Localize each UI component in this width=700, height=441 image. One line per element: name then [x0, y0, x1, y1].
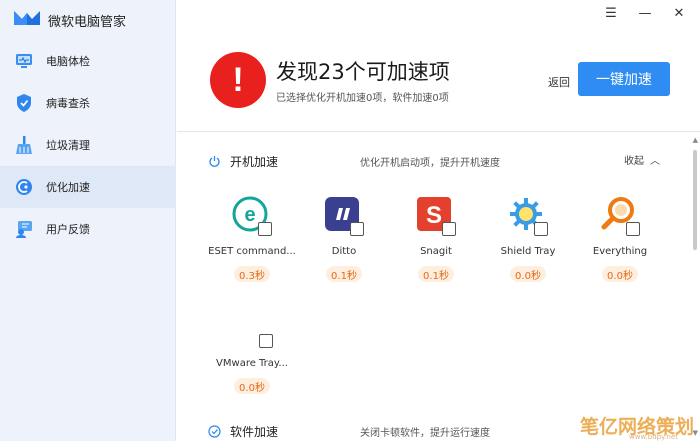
app-tile: Ditto 0.1秒 — [298, 196, 390, 296]
sidebar-item-label: 电脑体检 — [46, 55, 90, 68]
alert-icon: ! — [210, 52, 266, 108]
minimize-button[interactable]: — — [628, 2, 662, 24]
page-title: 发现23个可加速项 — [276, 60, 450, 84]
sidebar-item-label: 用户反馈 — [46, 223, 90, 236]
divider — [177, 131, 700, 132]
brand: 微软电脑管家 — [14, 10, 126, 30]
app-tile: S Snagit 0.1秒 — [390, 196, 482, 296]
app-time-badge: 0.0秒 — [234, 378, 270, 394]
sidebar: 微软电脑管家 电脑体检 病毒查杀 垃圾清理 优化加速 用户反馈 — [0, 0, 176, 441]
scroll-up-icon[interactable]: ▲ — [693, 136, 698, 144]
menu-button[interactable]: ☰ — [594, 2, 628, 24]
app-name: Snagit — [420, 246, 452, 257]
watermark-url: www.bdpy.net — [629, 433, 678, 441]
app-name: Shield Tray — [500, 246, 556, 257]
feedback-icon — [14, 219, 34, 239]
section-description: 关闭卡顿软件，提升运行速度 — [360, 427, 490, 439]
app-time-badge: 0.1秒 — [418, 266, 454, 282]
section-title: 软件加速 — [230, 424, 279, 439]
app-name: VMware Tray... — [216, 358, 288, 369]
app-checkbox[interactable] — [626, 222, 640, 236]
app-title: 微软电脑管家 — [48, 14, 127, 30]
rocket-icon — [14, 177, 34, 197]
close-button[interactable]: ✕ — [662, 2, 696, 24]
app-checkbox[interactable] — [350, 222, 364, 236]
shield-icon — [14, 93, 34, 113]
app-name: ESET command... — [208, 246, 296, 257]
app-name: Ditto — [331, 246, 357, 257]
app-logo-icon — [14, 9, 40, 31]
sidebar-nav: 电脑体检 病毒查杀 垃圾清理 优化加速 用户反馈 — [0, 40, 176, 250]
app-time-badge: 0.1秒 — [326, 266, 362, 282]
collapse-label: 收起 — [624, 156, 644, 167]
app-tile: Shield Tray 0.0秒 — [482, 196, 574, 296]
svg-text:S: S — [426, 202, 442, 229]
app-name: Everything — [592, 246, 648, 257]
sidebar-item-health-check[interactable]: 电脑体检 — [0, 40, 176, 82]
sidebar-item-label: 病毒查杀 — [46, 97, 90, 110]
back-link[interactable]: 返回 — [548, 74, 570, 90]
sidebar-item-label: 优化加速 — [46, 181, 90, 194]
broom-icon — [14, 135, 34, 155]
svg-text:e: e — [244, 204, 255, 226]
app-time-badge: 0.3秒 — [234, 266, 270, 282]
sidebar-item-label: 垃圾清理 — [46, 139, 90, 152]
chevron-up-icon: ︿ — [650, 156, 660, 167]
app-checkbox[interactable] — [442, 222, 456, 236]
app-time-badge: 0.0秒 — [510, 266, 546, 282]
page-subtitle: 已选择优化开机加速0项，软件加速0项 — [276, 93, 449, 104]
app-tile: Everything 0.0秒 — [574, 196, 666, 296]
monitor-icon — [14, 51, 34, 71]
sidebar-item-junk-cleanup[interactable]: 垃圾清理 — [0, 124, 176, 166]
app-time-badge: 0.0秒 — [602, 266, 638, 282]
section-title: 开机加速 — [230, 154, 279, 169]
sidebar-item-feedback[interactable]: 用户反馈 — [0, 208, 176, 250]
sidebar-item-virus-scan[interactable]: 病毒查杀 — [0, 82, 176, 124]
app-checkbox[interactable] — [534, 222, 548, 236]
one-click-accelerate-button[interactable]: 一键加速 — [578, 62, 670, 96]
section-description: 优化开机启动项，提升开机速度 — [360, 157, 500, 169]
app-tile: e ESET command... 0.3秒 — [206, 196, 298, 296]
power-icon — [209, 155, 220, 167]
sidebar-item-optimize[interactable]: 优化加速 — [0, 166, 176, 208]
section-header-startup: 开机加速 优化开机启动项，提升开机速度 收起 ︿ — [208, 152, 660, 170]
app-checkbox[interactable] — [259, 334, 273, 348]
scrollbar-thumb[interactable] — [693, 150, 697, 250]
window-controls: ☰ — ✕ — [594, 2, 696, 24]
app-tile: VMware Tray... 0.0秒 — [206, 308, 298, 408]
check-circle-icon — [208, 424, 221, 438]
collapse-toggle[interactable]: 收起 ︿ — [624, 152, 660, 167]
app-checkbox[interactable] — [258, 222, 272, 236]
